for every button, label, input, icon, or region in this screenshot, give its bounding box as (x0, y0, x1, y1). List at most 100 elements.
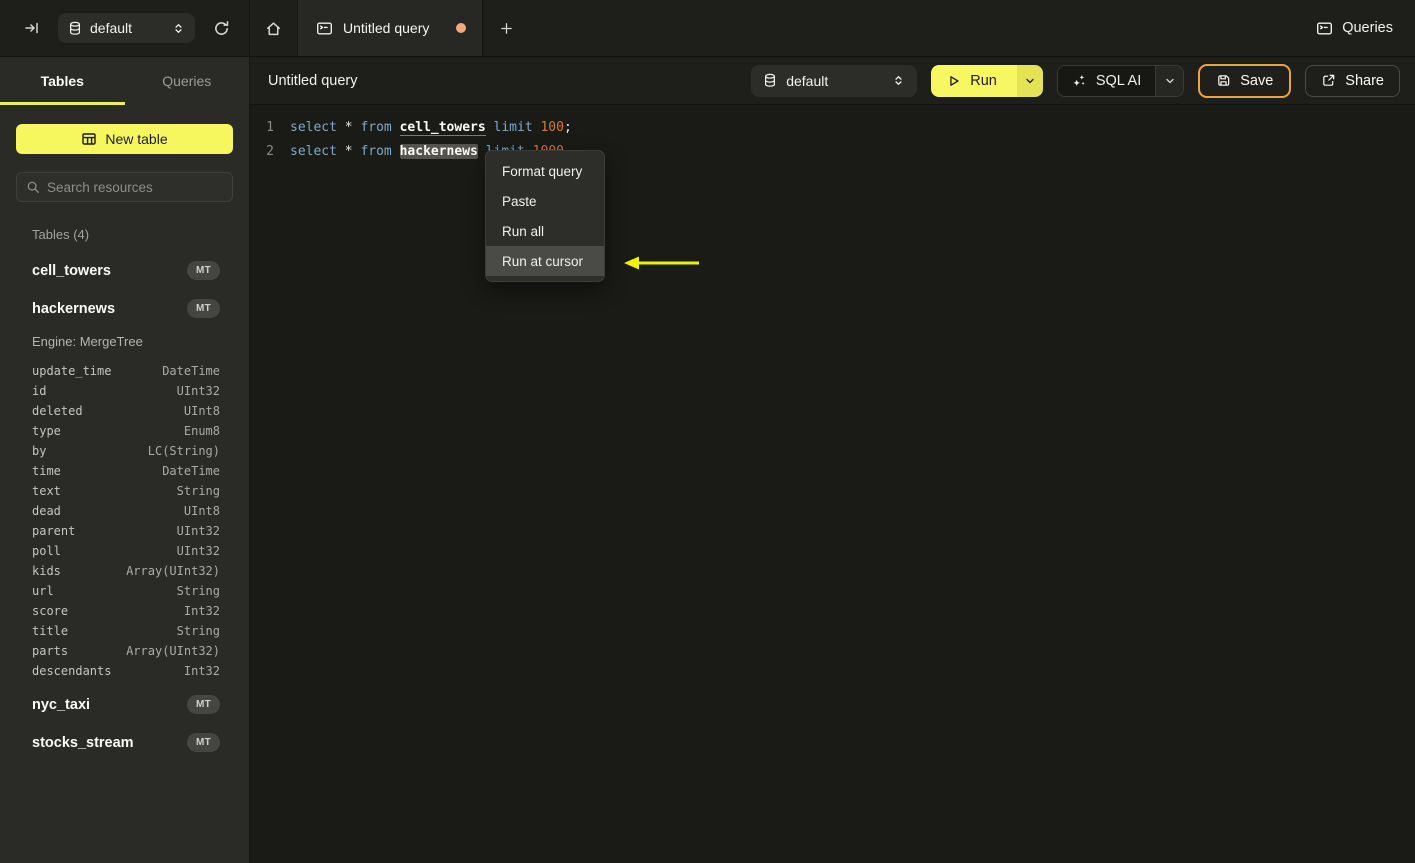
column-row: parts Array(UInt32) (32, 641, 220, 661)
sql-keyword: select (290, 144, 337, 159)
queries-panel-button[interactable]: Queries (1316, 20, 1393, 37)
table-row-nyc-taxi[interactable]: nyc_taxi MT (32, 695, 233, 714)
sql-keyword: from (360, 120, 392, 135)
active-tab-underline (0, 102, 125, 105)
run-button[interactable]: Run (931, 64, 1017, 97)
refresh-icon (213, 20, 230, 37)
column-row: time DateTime (32, 461, 220, 481)
unsaved-changes-dot (456, 23, 466, 33)
column-name: kids (32, 564, 61, 578)
chevron-down-icon (1024, 75, 1036, 87)
column-name: score (32, 604, 69, 618)
menu-item-run-at-cursor[interactable]: Run at cursor (486, 246, 604, 276)
database-icon (68, 21, 82, 36)
sql-keyword: from (360, 144, 392, 159)
table-name: cell_towers (32, 262, 111, 279)
column-type: DateTime (162, 364, 220, 378)
search-resources-box (16, 172, 233, 202)
run-options-button[interactable] (1016, 64, 1043, 97)
sparkles-icon (1072, 73, 1087, 88)
column-type: DateTime (162, 464, 220, 478)
query-title: Untitled query (268, 72, 358, 89)
sql-table-ref-selected[interactable]: hackernews (399, 144, 478, 159)
column-type: UInt32 (176, 544, 220, 558)
column-type: String (176, 624, 220, 638)
home-icon (265, 20, 282, 37)
query-database-value: default (786, 72, 829, 89)
share-label: Share (1345, 72, 1384, 89)
sql-ai-button[interactable]: SQL AI (1057, 65, 1156, 96)
sql-table-ref[interactable]: cell_towers (399, 120, 486, 136)
column-name: url (32, 584, 54, 598)
run-label: Run (970, 72, 997, 89)
menu-item-run-all[interactable]: Run all (486, 216, 604, 246)
queries-panel-label: Queries (1342, 20, 1393, 36)
sidebar-tab-tables[interactable]: Tables (0, 57, 125, 105)
column-type: String (176, 484, 220, 498)
column-row: url String (32, 581, 220, 601)
column-row: poll UInt32 (32, 541, 220, 561)
sql-keyword: select (290, 120, 337, 135)
share-button[interactable]: Share (1305, 64, 1400, 97)
save-button[interactable]: Save (1198, 63, 1292, 98)
database-selector[interactable]: default (58, 13, 195, 43)
menu-item-paste[interactable]: Paste (486, 186, 604, 216)
sql-keyword: limit (493, 120, 533, 135)
sql-ai-split-button: SQL AI (1056, 64, 1185, 97)
share-icon (1321, 73, 1336, 88)
play-icon (947, 74, 961, 88)
column-row: update_time DateTime (32, 361, 220, 381)
new-tab-button[interactable] (483, 0, 530, 56)
column-name: parent (32, 524, 76, 538)
column-row: deleted UInt8 (32, 401, 220, 421)
table-name: nyc_taxi (32, 696, 91, 713)
column-name: type (32, 424, 61, 438)
column-row: type Enum8 (32, 421, 220, 441)
code-line-2: 2 select * from hackernews limit 1000 (250, 140, 1415, 164)
column-type: String (176, 584, 220, 598)
sql-editor[interactable]: 1 select * from cell_towers limit 100; 2… (250, 105, 1415, 164)
topbar-left: default (0, 0, 250, 56)
run-split-button: Run (931, 64, 1043, 97)
save-icon (1216, 73, 1231, 88)
menu-item-format-query[interactable]: Format query (486, 156, 604, 186)
table-row-stocks-stream[interactable]: stocks_stream MT (32, 733, 233, 752)
column-row: dead UInt8 (32, 501, 220, 521)
home-tab-button[interactable] (250, 0, 297, 56)
table-row-cell-towers[interactable]: cell_towers MT (32, 261, 233, 280)
table-row-hackernews[interactable]: hackernews MT (32, 299, 233, 318)
sql-semicolon: ; (563, 120, 572, 135)
tab-untitled-query[interactable]: Untitled query (297, 0, 483, 56)
query-database-selector[interactable]: default (751, 64, 918, 97)
column-name: title (32, 624, 69, 638)
line-number: 1 (266, 120, 274, 135)
column-name: descendants (32, 664, 112, 678)
column-name: by (32, 444, 47, 458)
main-area: Untitled query default Run SQL AI Save S… (250, 57, 1415, 863)
column-row: parent UInt32 (32, 521, 220, 541)
collapse-sidebar-button[interactable] (18, 14, 46, 42)
column-type: UInt32 (176, 524, 220, 538)
column-name: id (32, 384, 47, 398)
code-text: select * from cell_towers limit 100; (290, 116, 572, 140)
new-table-button[interactable]: New table (16, 124, 233, 154)
editor-context-menu: Format query Paste Run all Run at cursor (485, 150, 605, 282)
search-resources-input[interactable] (47, 179, 223, 195)
column-row: text String (32, 481, 220, 501)
column-row: by LC(String) (32, 441, 220, 461)
sidebar-tab-queries[interactable]: Queries (125, 57, 250, 105)
refresh-button[interactable] (207, 14, 235, 42)
tab-strip: Untitled query (250, 0, 1316, 56)
database-icon (763, 73, 777, 88)
collapse-sidebar-icon (24, 20, 40, 36)
column-name: update_time (32, 364, 112, 378)
column-type: UInt32 (176, 384, 220, 398)
engine-badge: MT (186, 299, 220, 318)
line-number: 2 (266, 144, 274, 159)
sql-number: 100 (540, 120, 564, 135)
sql-ai-options-button[interactable] (1155, 65, 1184, 96)
terminal-icon (316, 20, 333, 37)
column-type: Int32 (183, 604, 220, 618)
engine-badge: MT (186, 733, 220, 752)
chevron-updown-icon (892, 73, 905, 88)
